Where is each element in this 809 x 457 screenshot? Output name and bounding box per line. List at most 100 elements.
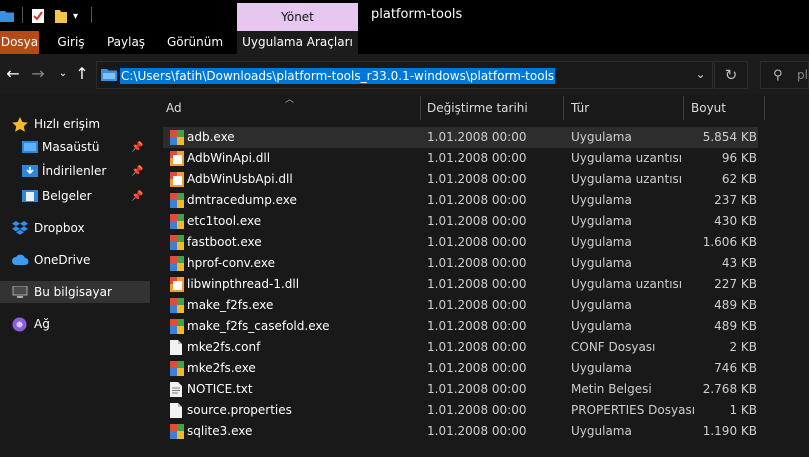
- onedrive-icon: [12, 254, 29, 268]
- column-divider[interactable]: [563, 96, 564, 120]
- file-size: 1.190 KB: [702, 424, 757, 438]
- file-name: adb.exe: [187, 130, 235, 144]
- pin-icon[interactable]: 📌: [131, 191, 143, 202]
- file-row[interactable]: AdbWinApi.dll 1.01.2008 00:00 Uygulama uza…: [163, 148, 758, 169]
- file-type: Uygulama: [571, 424, 632, 438]
- application-icon: [170, 193, 184, 208]
- file-date: 1.01.2008 00:00: [427, 235, 527, 249]
- documents-folder-icon: [22, 189, 38, 203]
- file-icon: [170, 403, 184, 418]
- file-row[interactable]: make_f2fs.exe 1.01.2008 00:00 Uygulama 489 …: [163, 295, 758, 316]
- sidebar-item-dropbox[interactable]: Dropbox: [0, 217, 150, 239]
- file-row[interactable]: AdbWinUsbApi.dll 1.01.2008 00:00 Uygulama …: [163, 169, 758, 190]
- up-icon[interactable]: ↑: [70, 63, 94, 85]
- file-type: Uygulama: [571, 130, 632, 144]
- sort-ascending-icon: ︿: [285, 95, 295, 105]
- file-name: etc1tool.exe: [187, 214, 262, 228]
- refresh-icon[interactable]: ↻: [714, 61, 748, 89]
- file-type: Uygulama uzantısı: [571, 151, 683, 165]
- column-divider[interactable]: [764, 96, 765, 120]
- sidebar-item-documents[interactable]: Belgeler 📌: [0, 185, 150, 207]
- file-row[interactable]: mke2fs.exe 1.01.2008 00:00 Uygulama 746 KB: [163, 358, 758, 379]
- toolbar-divider: [22, 7, 23, 23]
- pin-icon[interactable]: 📌: [131, 166, 143, 177]
- column-divider[interactable]: [683, 96, 684, 120]
- sidebar-item-label: Masaüstü: [42, 140, 100, 154]
- file-date: 1.01.2008 00:00: [427, 172, 527, 186]
- file-type: PROPERTIES Dosyası: [571, 403, 696, 417]
- file-row[interactable]: sqlite3.exe 1.01.2008 00:00 Uygulama 1.190 …: [163, 421, 758, 442]
- column-header-date[interactable]: Değiştirme tarihi: [427, 94, 528, 122]
- dll-file-icon: [170, 277, 184, 292]
- sidebar-item-desktop[interactable]: Masaüstü 📌: [0, 136, 150, 158]
- downloads-folder-icon: [22, 164, 38, 178]
- file-size: 227 KB: [714, 277, 757, 291]
- file-type: Metin Belgesi: [571, 382, 652, 396]
- file-name: AdbWinUsbApi.dll: [187, 172, 293, 186]
- file-row[interactable]: source.properties 1.01.2008 00:00 PROPERTI…: [163, 400, 758, 421]
- file-row[interactable]: make_f2fs_casefold.exe 1.01.2008 00:00 Uyg…: [163, 316, 758, 337]
- file-date: 1.01.2008 00:00: [427, 151, 527, 165]
- file-size: 2 KB: [729, 340, 757, 354]
- file-size: 5.854 KB: [702, 130, 757, 144]
- sidebar-item-quick-access[interactable]: Hızlı erişim: [0, 113, 150, 135]
- address-path[interactable]: C:\Users\fatih\Downloads\platform-tools_…: [120, 68, 556, 84]
- chevron-down-icon[interactable]: ⌄: [688, 63, 713, 85]
- tab-file[interactable]: Dosya: [0, 31, 39, 54]
- file-row[interactable]: libwinpthread-1.dll 1.01.2008 00:00 Uygula…: [163, 274, 758, 295]
- file-row[interactable]: etc1tool.exe 1.01.2008 00:00 Uygulama 430 K…: [163, 211, 758, 232]
- forward-icon[interactable]: →: [26, 63, 50, 85]
- file-date: 1.01.2008 00:00: [427, 298, 527, 312]
- pin-icon[interactable]: 📌: [131, 142, 143, 153]
- column-header-size[interactable]: Boyut: [691, 94, 726, 122]
- file-size: 489 KB: [714, 298, 757, 312]
- file-type: Uygulama uzantısı: [571, 172, 683, 186]
- file-date: 1.01.2008 00:00: [427, 382, 527, 396]
- file-type: Uygulama: [571, 319, 632, 333]
- column-header-type[interactable]: Tür: [571, 94, 589, 122]
- file-date: 1.01.2008 00:00: [427, 340, 527, 354]
- file-type: Uygulama: [571, 298, 632, 312]
- file-row[interactable]: adb.exe 1.01.2008 00:00 Uygulama 5.854 KB: [163, 127, 758, 148]
- file-type: Uygulama: [571, 256, 632, 270]
- application-icon: [170, 235, 184, 250]
- tab-view[interactable]: Görünüm: [164, 31, 226, 54]
- file-date: 1.01.2008 00:00: [427, 193, 527, 207]
- file-date: 1.01.2008 00:00: [427, 403, 527, 417]
- file-size: 489 KB: [714, 319, 757, 333]
- tab-share[interactable]: Paylaş: [104, 31, 148, 54]
- file-type: Uygulama uzantısı: [571, 277, 683, 291]
- sidebar-item-label: İndirilenler: [42, 164, 107, 178]
- folder-icon: [101, 68, 117, 81]
- column-divider[interactable]: [420, 96, 421, 120]
- search-input[interactable]: ⚲ pl: [760, 61, 809, 89]
- back-icon[interactable]: ←: [1, 63, 25, 85]
- sidebar-item-label: Ağ: [34, 317, 50, 331]
- sidebar-item-this-pc[interactable]: Bu bilgisayar: [0, 281, 150, 303]
- tab-home[interactable]: Giriş: [53, 31, 89, 54]
- address-bar[interactable]: C:\Users\fatih\Downloads\platform-tools_…: [96, 61, 713, 89]
- file-size: 2.768 KB: [702, 382, 757, 396]
- file-row[interactable]: hprof-conv.exe 1.01.2008 00:00 Uygulama 43 …: [163, 253, 758, 274]
- file-row[interactable]: dmtracedump.exe 1.01.2008 00:00 Uygulama 23…: [163, 190, 758, 211]
- sidebar-item-label: Bu bilgisayar: [34, 285, 112, 299]
- file-row[interactable]: fastboot.exe 1.01.2008 00:00 Uygulama 1.606…: [163, 232, 758, 253]
- sidebar-item-network[interactable]: Ağ: [0, 313, 150, 335]
- sidebar-item-onedrive[interactable]: OneDrive: [0, 249, 150, 271]
- dropbox-icon: [12, 221, 28, 235]
- properties-icon[interactable]: [31, 6, 45, 26]
- tab-manage[interactable]: Yönet: [237, 3, 358, 31]
- file-date: 1.01.2008 00:00: [427, 277, 527, 291]
- customize-quick-access-icon[interactable]: ▾: [73, 6, 78, 26]
- application-icon: [170, 319, 184, 334]
- file-name: source.properties: [187, 403, 292, 417]
- tab-application-tools[interactable]: Uygulama Araçları: [237, 31, 358, 54]
- application-icon: [170, 298, 184, 313]
- file-row[interactable]: NOTICE.txt 1.01.2008 00:00 Metin Belgesi 2.…: [163, 379, 758, 400]
- file-type: Uygulama: [571, 235, 632, 249]
- new-folder-icon[interactable]: [54, 6, 68, 26]
- sidebar-item-downloads[interactable]: İndirilenler 📌: [0, 160, 150, 182]
- file-row[interactable]: mke2fs.conf 1.01.2008 00:00 CONF Dosyası 2 …: [163, 337, 758, 358]
- column-header-name[interactable]: Ad: [166, 94, 182, 122]
- file-name: libwinpthread-1.dll: [187, 277, 300, 291]
